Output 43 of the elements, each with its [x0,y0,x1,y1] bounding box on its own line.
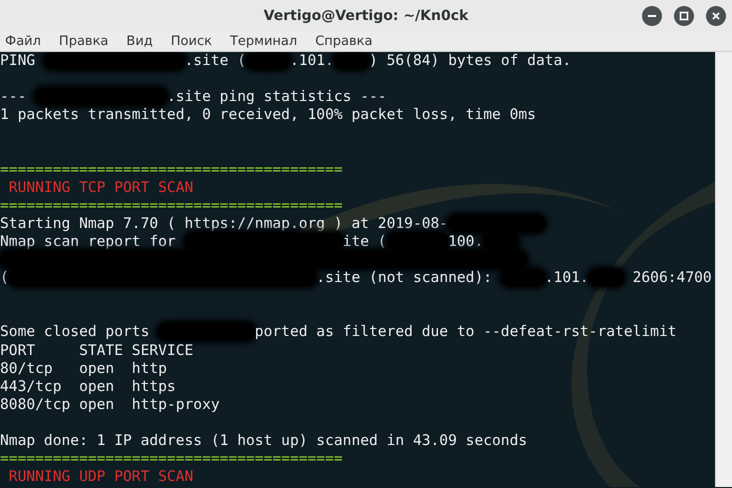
scrollbar[interactable] [715,52,732,487]
close-button[interactable] [706,6,726,26]
close-icon [711,11,721,21]
terminal-line: .101. [544,269,589,286]
terminal-line: .101. [290,52,334,69]
terminal-line: ite ( [342,232,387,250]
section-heading: RUNNING UDP PORT SCAN [8,468,194,486]
menu-item[interactable]: Поиск [166,32,217,51]
menu-item[interactable]: Правка [54,32,114,51]
separator-line: ======================================= [0,196,343,214]
terminal-line: Starting Nmap 7.70 ( https://nmap.org ) at 2019-08- [0,214,448,232]
terminal-line: --- [0,88,28,106]
redaction-mark [334,52,370,69]
terminal-line: PING [0,52,36,69]
minimize-button[interactable] [642,6,662,26]
terminal-line: 80/tcp open http [0,360,167,377]
terminal-line: 1 packets transmitted, 0 received, 100% packet loss, time 0ms [0,106,536,124]
menu-item[interactable]: Вид [121,32,158,51]
maximize-icon [679,11,689,21]
terminal-line: 8080/tcp open http-proxy [0,396,220,413]
terminal-line: PORT STATE SERVICE [0,342,194,358]
terminal-line: 100. [448,232,484,250]
separator-line: ======================================= [0,160,343,178]
terminal-line: .site ( [184,52,246,69]
terminal-line: Nmap done: 1 IP address (1 host up) scanned in 43.09 seconds [0,432,528,449]
menu-item[interactable]: Файл [0,32,46,51]
window-title: Vertigo@Vertigo: ~/Kn0ck [264,6,468,26]
terminal-line: .site (not scanned): [316,269,494,286]
separator-line: ======================================= [0,450,343,468]
terminal-line: Nmap scan report for [0,232,177,250]
terminal-line: 2606:4700 [632,269,712,286]
terminal-line: 443/tcp open https [0,378,176,395]
menu-item[interactable]: Терминал [224,32,302,51]
terminal-line: ( [0,269,9,286]
terminal-line: ) 56(84) bytes of data. [369,52,572,69]
redaction-mark [588,269,624,286]
maximize-button[interactable] [674,6,694,26]
terminal-line: .site ping statistics --- [166,88,387,106]
terminal-line: Some closed ports [0,323,150,340]
redaction-mark [246,52,290,69]
terminal-line: ported as filtered due to --defeat-rst-ratelimit [254,323,677,340]
menu-item[interactable]: Справка [310,32,378,51]
section-heading: RUNNING TCP PORT SCAN [8,178,194,196]
